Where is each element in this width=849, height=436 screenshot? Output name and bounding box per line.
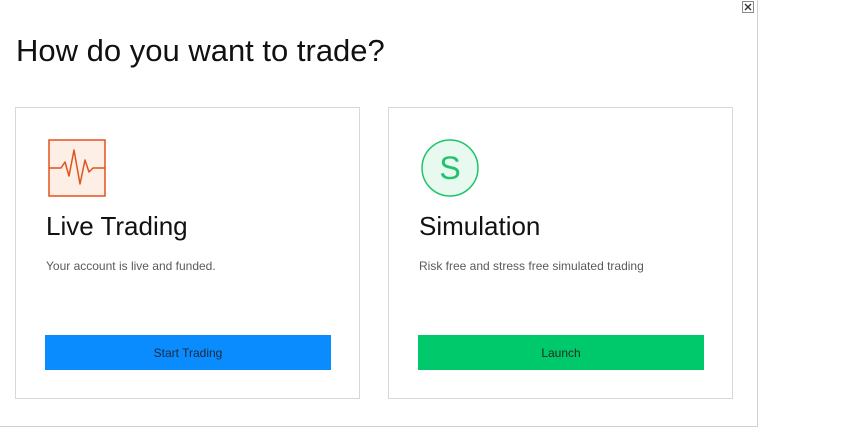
- trade-mode-dialog: How do you want to trade? Live Trading Y…: [0, 0, 758, 427]
- live-trading-card[interactable]: Live Trading Your account is live and fu…: [15, 107, 360, 399]
- close-icon: [744, 3, 752, 11]
- simulation-icon-letter: S: [439, 150, 460, 186]
- dialog-title: How do you want to trade?: [16, 33, 385, 68]
- launch-button[interactable]: Launch: [418, 335, 704, 370]
- card-description: Risk free and stress free simulated trad…: [419, 259, 644, 273]
- heartbeat-chart-icon: [47, 138, 107, 198]
- start-trading-button[interactable]: Start Trading: [45, 335, 331, 370]
- close-button[interactable]: [742, 1, 754, 13]
- card-description: Your account is live and funded.: [46, 259, 216, 273]
- card-title: Simulation: [419, 211, 541, 241]
- card-title: Live Trading: [46, 211, 188, 241]
- simulation-card[interactable]: S Simulation Risk free and stress free s…: [388, 107, 733, 399]
- simulation-s-icon: S: [420, 138, 480, 198]
